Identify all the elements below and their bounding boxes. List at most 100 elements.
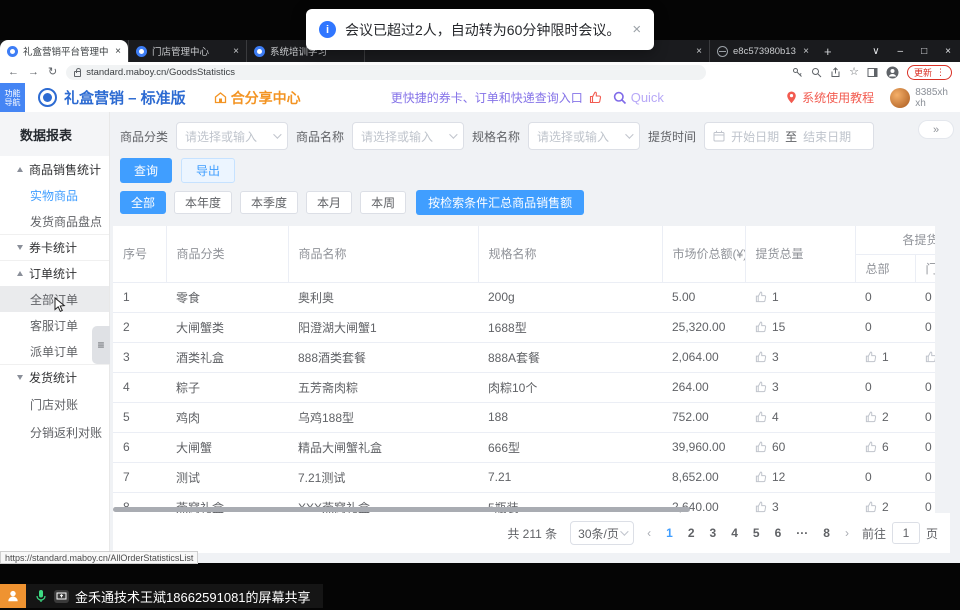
- next-page-button[interactable]: ›: [845, 526, 849, 540]
- pickup-count-link[interactable]: 60: [755, 440, 855, 454]
- page-number-1[interactable]: 1: [666, 526, 673, 540]
- pickup-count-link[interactable]: 6: [865, 440, 915, 454]
- profile-icon[interactable]: [886, 66, 899, 79]
- page-size-select[interactable]: 30条/页: [570, 521, 634, 545]
- pickup-count-link[interactable]: 4: [755, 410, 855, 424]
- page-number-4[interactable]: 4: [731, 526, 738, 540]
- tutorial-link[interactable]: 系统使用教程: [802, 89, 874, 106]
- pickup-count-link[interactable]: 1: [865, 350, 915, 364]
- page-goto-input[interactable]: [892, 522, 920, 544]
- minimize-button[interactable]: –: [889, 46, 913, 57]
- sidebar-group-shipping-stats[interactable]: 发货统计: [0, 364, 109, 390]
- summary-button[interactable]: 按检索条件汇总商品销售额: [416, 190, 584, 215]
- period-tab-month[interactable]: 本月: [306, 191, 352, 214]
- side-panel-icon[interactable]: [867, 67, 878, 78]
- sidebar-group-goods-sales[interactable]: 商品销售统计: [0, 156, 109, 182]
- search-button[interactable]: 查询: [120, 158, 172, 183]
- table-cell: 0: [915, 432, 935, 462]
- period-tab-quarter[interactable]: 本季度: [240, 191, 298, 214]
- page-number-2[interactable]: 2: [688, 526, 695, 540]
- sidebar-item-physical-goods[interactable]: 实物商品: [0, 182, 109, 208]
- chrome-update-button[interactable]: 更新 ⋮: [907, 65, 952, 80]
- tab-close-icon[interactable]: ×: [803, 46, 809, 57]
- user-name-sub: xh: [915, 98, 948, 109]
- tab-search-icon[interactable]: ∨: [863, 46, 888, 57]
- table-cell: 五芳斋肉粽: [288, 372, 478, 402]
- sidebar-group-order-stats[interactable]: 订单统计: [0, 260, 109, 286]
- page-number-5[interactable]: 5: [753, 526, 760, 540]
- expand-filters-button[interactable]: »: [918, 120, 954, 139]
- sidebar-item-rebate-reconciliation[interactable]: 分销返利对账: [0, 418, 109, 446]
- pickup-count-link[interactable]: 15: [755, 320, 855, 334]
- new-tab-button[interactable]: +: [816, 40, 840, 62]
- pickup-count-link[interactable]: 1: [755, 290, 855, 304]
- chevron-down-icon: [625, 130, 633, 138]
- tab-store-admin[interactable]: 门店管理中心 ×: [128, 40, 246, 62]
- share-status: 金禾通技术王斌18662591081的屏幕共享: [26, 584, 323, 608]
- close-window-button[interactable]: ×: [936, 46, 960, 57]
- share-center-link[interactable]: 合分享中心: [214, 88, 301, 108]
- forward-icon[interactable]: →: [28, 67, 39, 78]
- quick-search-icon[interactable]: [613, 91, 627, 105]
- table-cell: 精品大闸蟹礼盒: [288, 432, 478, 462]
- table-cell: 6: [855, 432, 915, 462]
- period-tab-all[interactable]: 全部: [120, 191, 166, 214]
- user-avatar[interactable]: [890, 88, 910, 108]
- category-select[interactable]: 请选择或输入: [176, 122, 288, 150]
- table-cell: 3: [745, 372, 855, 402]
- pickup-count-link[interactable]: 2: [865, 410, 915, 424]
- action-buttons: 查询 导出: [120, 158, 235, 183]
- horizontal-scrollbar[interactable]: [113, 507, 935, 512]
- toast-close-icon[interactable]: ×: [632, 21, 641, 38]
- table-cell: 60: [745, 432, 855, 462]
- table-cell: 888A套餐: [478, 342, 662, 372]
- tab-close-icon[interactable]: ×: [696, 46, 702, 57]
- table-row: 3 酒类礼盒 888酒类套餐 888A套餐 2,064.00 3 1: [113, 342, 935, 372]
- product-name-select[interactable]: 请选择或输入: [352, 122, 464, 150]
- table-cell: 0: [855, 312, 915, 342]
- pickup-count-link[interactable]: [925, 351, 935, 363]
- tab-close-icon[interactable]: ×: [233, 46, 239, 57]
- sidebar-item-shipment-inventory[interactable]: 发货商品盘点: [0, 208, 109, 234]
- page-number-8[interactable]: 8: [823, 526, 830, 540]
- export-button[interactable]: 导出: [181, 158, 235, 183]
- share-icon[interactable]: [830, 67, 841, 78]
- pickup-count: 4: [772, 410, 779, 424]
- sidebar-collapse-handle[interactable]: ≡: [92, 326, 110, 364]
- page-ellipsis[interactable]: ···: [796, 526, 808, 540]
- microphone-icon: [34, 589, 48, 603]
- col-header-market-total: 市场价总额(¥): [662, 226, 745, 282]
- key-icon[interactable]: [792, 67, 803, 78]
- quick-label[interactable]: Quick: [631, 90, 664, 105]
- tab-close-icon[interactable]: ×: [115, 46, 121, 57]
- brand-logo: [38, 88, 57, 107]
- period-tab-week[interactable]: 本周: [360, 191, 406, 214]
- spec-select[interactable]: 请选择或输入: [528, 122, 640, 150]
- search-icon[interactable]: [811, 67, 822, 78]
- bookmark-star-icon[interactable]: ☆: [849, 67, 859, 78]
- screen-share-bar: 金禾通技术王斌18662591081的屏幕共享: [0, 584, 323, 608]
- col-header-pickup-total: 提货总量: [745, 226, 855, 282]
- page-number-6[interactable]: 6: [775, 526, 782, 540]
- date-range-picker[interactable]: 开始日期 至 结束日期: [704, 122, 874, 150]
- page-number-3[interactable]: 3: [710, 526, 717, 540]
- site-favicon: [136, 46, 147, 57]
- sidebar-item-store-reconciliation[interactable]: 门店对账: [0, 390, 109, 418]
- tab-hash-page[interactable]: e8c573980b1328a258fd2e6f8 ×: [709, 40, 816, 62]
- address-bar[interactable]: standard.maboy.cn/GoodsStatistics: [66, 65, 706, 80]
- tab-gift-admin[interactable]: 礼盒营销平台管理中心 ×: [0, 40, 128, 62]
- tab-title: 礼盒营销平台管理中心: [23, 44, 108, 58]
- function-nav-button[interactable]: 功能 导航: [0, 83, 25, 112]
- pickup-count-link[interactable]: 3: [755, 380, 855, 394]
- period-tab-year[interactable]: 本年度: [174, 191, 232, 214]
- sidebar-group-coupon-stats[interactable]: 券卡统计: [0, 234, 109, 260]
- maximize-button[interactable]: □: [912, 46, 936, 57]
- prev-page-button[interactable]: ‹: [647, 526, 651, 540]
- pickup-count-link[interactable]: 3: [755, 350, 855, 364]
- reload-icon[interactable]: ↻: [48, 67, 57, 78]
- back-icon[interactable]: ←: [8, 67, 19, 78]
- table-cell: 零食: [166, 282, 288, 312]
- spec-filter-label: 规格名称: [472, 128, 520, 145]
- pickup-count-link[interactable]: 12: [755, 470, 855, 484]
- scrollbar-thumb[interactable]: [113, 507, 690, 512]
